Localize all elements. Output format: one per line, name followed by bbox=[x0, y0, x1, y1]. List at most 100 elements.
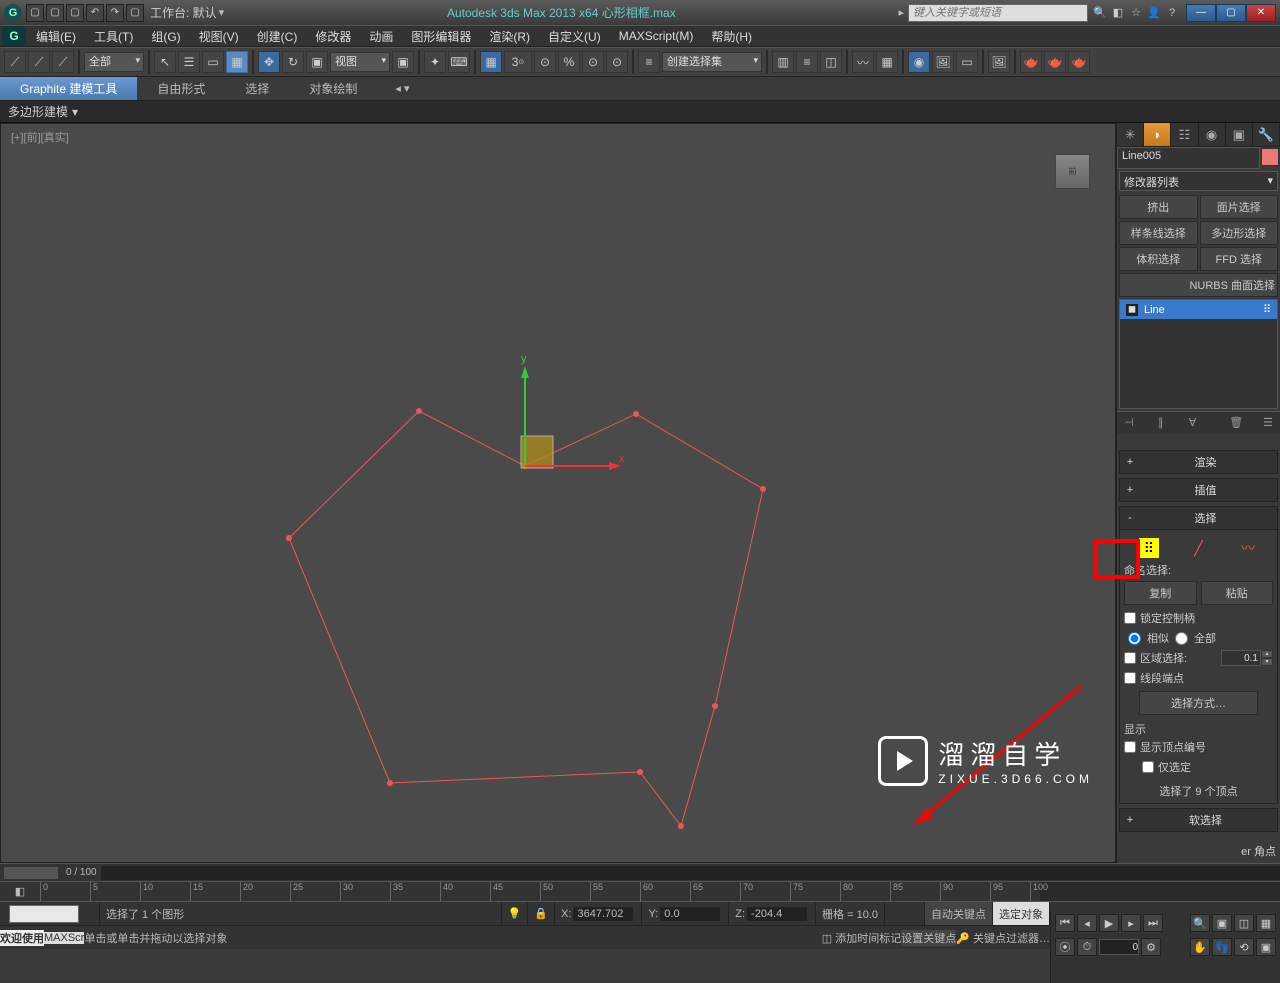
app-logo[interactable]: G bbox=[2, 26, 26, 46]
auto-key-button[interactable]: 自动关键点 bbox=[925, 902, 993, 925]
percent-snap-icon[interactable]: ⊙ bbox=[534, 51, 556, 73]
btn-ffd-select[interactable]: FFD 选择 bbox=[1200, 247, 1279, 271]
modifier-list-dropdown[interactable]: 修改器列表 bbox=[1119, 171, 1278, 191]
qat-redo-icon[interactable]: ↷ bbox=[106, 4, 124, 22]
select-scale-icon[interactable]: ▣ bbox=[306, 51, 328, 73]
ribbon-toggle-icon[interactable]: ◂ ▾ bbox=[387, 80, 417, 97]
cmd-tab-create-icon[interactable]: ✳ bbox=[1117, 123, 1144, 146]
show-end-icon[interactable]: ∥ bbox=[1153, 416, 1169, 430]
cmd-tab-motion-icon[interactable]: ◉ bbox=[1199, 123, 1226, 146]
stack-item-line[interactable]: ◼ Line ⠿ bbox=[1120, 300, 1277, 319]
goto-end-icon[interactable]: ⏭ bbox=[1143, 914, 1163, 932]
pin-stack-icon[interactable]: ⊣ bbox=[1121, 416, 1137, 430]
nav-pan-icon[interactable]: ✋ bbox=[1190, 938, 1210, 956]
radio-similar[interactable] bbox=[1128, 632, 1141, 645]
pivot-center-icon[interactable]: ▣ bbox=[392, 51, 414, 73]
maximize-button[interactable]: ▢ bbox=[1216, 4, 1246, 22]
cmd-tab-modify-icon[interactable]: ◗ bbox=[1144, 123, 1171, 146]
angle-snap-icon[interactable]: 3⊙ bbox=[504, 51, 532, 73]
menu-tools[interactable]: 工具(T) bbox=[86, 26, 141, 47]
maxscript-listener[interactable]: MAXScr bbox=[44, 932, 84, 944]
btn-spline-select[interactable]: 样条线选择 bbox=[1119, 221, 1198, 245]
nav-maximize-icon[interactable]: ▣ bbox=[1256, 938, 1276, 956]
menu-help[interactable]: 帮助(H) bbox=[703, 26, 760, 47]
close-button[interactable]: ✕ bbox=[1246, 4, 1276, 22]
window-crossing-icon[interactable]: ▦ bbox=[226, 51, 248, 73]
spinner-snap-icon[interactable]: % bbox=[558, 51, 580, 73]
object-color-swatch[interactable] bbox=[1261, 148, 1279, 166]
key-mode-icon[interactable]: 🔑 bbox=[956, 933, 970, 945]
select-by-button[interactable]: 选择方式… bbox=[1139, 691, 1258, 715]
nav-fov-icon[interactable]: ◫ bbox=[1234, 914, 1254, 932]
copy-button[interactable]: 复制 bbox=[1124, 581, 1197, 605]
qat-project-icon[interactable]: ▢ bbox=[126, 4, 144, 22]
edit-named-sel-icon[interactable]: ⊙ bbox=[582, 51, 604, 73]
cmd-tab-hierarchy-icon[interactable]: ☷ bbox=[1171, 123, 1198, 146]
prev-frame-icon[interactable]: ◂ bbox=[1077, 914, 1097, 932]
named-selections-dropdown[interactable]: 创建选择集 bbox=[662, 52, 762, 72]
time-slider-handle[interactable] bbox=[4, 867, 58, 879]
qat-open-icon[interactable]: ▢ bbox=[46, 4, 64, 22]
material-editor-icon[interactable]: ◉ bbox=[908, 51, 930, 73]
menu-maxscript[interactable]: MAXScript(M) bbox=[611, 27, 702, 45]
align-icon[interactable]: ≡ bbox=[638, 51, 660, 73]
rollout-interpolation[interactable]: +插值 bbox=[1119, 478, 1278, 502]
teapot2-icon[interactable]: 🫖 bbox=[1044, 51, 1066, 73]
key-mode-toggle-icon[interactable]: ⦿ bbox=[1055, 938, 1075, 956]
menu-group[interactable]: 组(G) bbox=[143, 26, 188, 47]
render-production-icon[interactable]: 🖼 bbox=[988, 51, 1010, 73]
menu-create[interactable]: 创建(C) bbox=[249, 26, 306, 47]
link-icon[interactable]: ⟋ bbox=[4, 51, 26, 73]
nav-zoom-icon[interactable]: 🔍 bbox=[1190, 914, 1210, 932]
btn-poly-select[interactable]: 多边形选择 bbox=[1200, 221, 1279, 245]
menu-edit[interactable]: 编辑(E) bbox=[28, 26, 84, 47]
coord-y[interactable]: 0.0 bbox=[660, 907, 720, 921]
align-tool-icon[interactable]: ≡ bbox=[796, 51, 818, 73]
ribbon-panel-label[interactable]: 多边形建模 bbox=[8, 103, 68, 120]
teapot1-icon[interactable]: 🫖 bbox=[1020, 51, 1042, 73]
menu-animation[interactable]: 动画 bbox=[361, 26, 401, 47]
subobj-segment-icon[interactable]: ╱ bbox=[1188, 538, 1208, 558]
paste-button[interactable]: 粘贴 bbox=[1201, 581, 1274, 605]
menu-graph-editors[interactable]: 图形编辑器 bbox=[403, 26, 479, 47]
time-config-icon[interactable]: ⏱ bbox=[1077, 938, 1097, 956]
nav-zoom-all-icon[interactable]: ▣ bbox=[1212, 914, 1232, 932]
layers-icon[interactable]: ◫ bbox=[820, 51, 842, 73]
only-selected-checkbox[interactable] bbox=[1142, 761, 1154, 773]
menu-views[interactable]: 视图(V) bbox=[191, 26, 247, 47]
radio-all[interactable] bbox=[1175, 632, 1188, 645]
keyboard-shortcut-icon[interactable]: ⌨ bbox=[448, 51, 470, 73]
search-icon[interactable]: 🔍 bbox=[1092, 5, 1108, 21]
btn-patch-select[interactable]: 面片选择 bbox=[1200, 195, 1279, 219]
coord-x[interactable]: 3647.702 bbox=[573, 907, 633, 921]
qat-save-icon[interactable]: ▢ bbox=[66, 4, 84, 22]
btn-nurbs-select[interactable]: NURBS 曲面选择 bbox=[1119, 273, 1278, 297]
snap-toggle-icon[interactable]: ▦ bbox=[480, 51, 502, 73]
select-by-name-icon[interactable]: ☰ bbox=[178, 51, 200, 73]
select-object-icon[interactable]: ↖ bbox=[154, 51, 176, 73]
nav-walk-icon[interactable]: 👣 bbox=[1212, 938, 1232, 956]
selection-filter-dropdown[interactable]: 全部 bbox=[84, 52, 144, 72]
expand-icon[interactable]: ◼ bbox=[1126, 304, 1138, 316]
ref-coord-dropdown[interactable]: 视图 bbox=[330, 52, 390, 72]
ribbon-tab-freeform[interactable]: 自由形式 bbox=[137, 77, 225, 100]
goto-start-icon[interactable]: ⏮ bbox=[1055, 914, 1075, 932]
cmd-tab-utilities-icon[interactable]: 🔧 bbox=[1253, 123, 1280, 146]
subobj-spline-icon[interactable]: 〰 bbox=[1238, 538, 1258, 558]
make-unique-icon[interactable]: ∀ bbox=[1185, 416, 1201, 430]
configure-icon[interactable]: ☰ bbox=[1260, 416, 1276, 430]
time-tag-icon[interactable]: ◫ bbox=[822, 933, 832, 945]
rollout-render[interactable]: +渲染 bbox=[1119, 450, 1278, 474]
star-icon[interactable]: ☆ bbox=[1128, 5, 1144, 21]
time-settings-icon[interactable]: ⚙ bbox=[1141, 938, 1161, 956]
selected-object-dropdown[interactable]: 选定对象 bbox=[993, 902, 1050, 925]
modifier-stack[interactable]: ◼ Line ⠿ bbox=[1119, 299, 1278, 409]
unlink-icon[interactable]: ⟋ bbox=[28, 51, 50, 73]
cmd-tab-display-icon[interactable]: ▣ bbox=[1226, 123, 1253, 146]
remove-mod-icon[interactable]: 🗑 bbox=[1228, 416, 1244, 430]
nav-orbit-icon[interactable]: ⟲ bbox=[1234, 938, 1254, 956]
bind-icon[interactable]: ⟋ bbox=[52, 51, 74, 73]
ribbon-tab-paint[interactable]: 对象绘制 bbox=[289, 77, 377, 100]
ribbon-tab-selection[interactable]: 选择 bbox=[225, 77, 289, 100]
track-toggle-icon[interactable]: ◧ bbox=[15, 885, 25, 898]
